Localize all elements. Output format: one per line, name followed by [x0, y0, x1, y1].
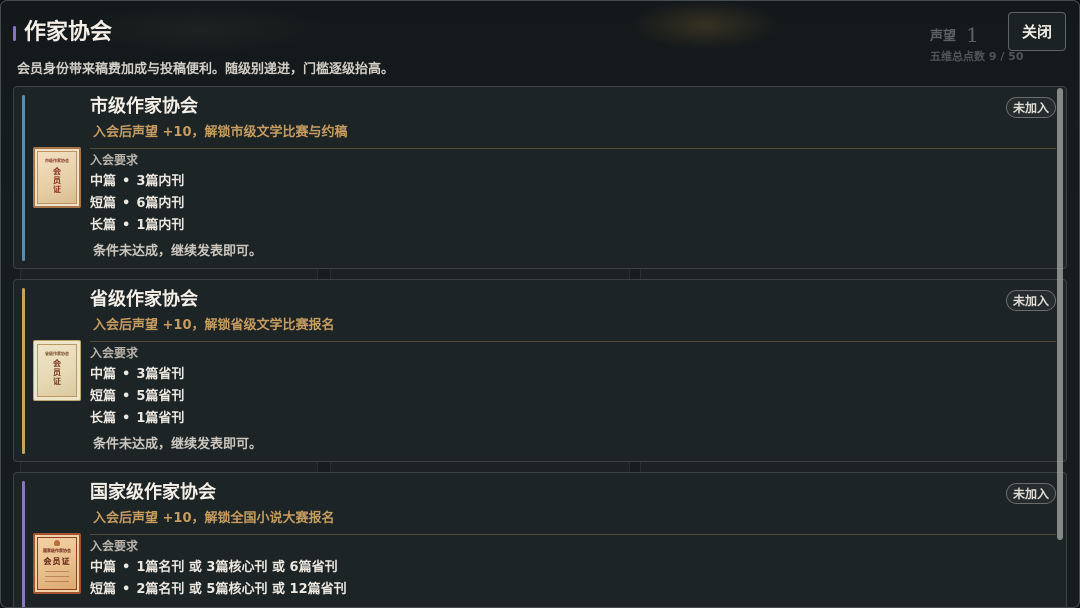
requirement-type: 短篇 — [90, 389, 117, 404]
page-subtitle: 会员身份带来稿费加成与投稿便利。随级别递进，门槛逐级抬高。 — [17, 62, 395, 77]
requirements-list: 中篇 • 3篇内刊 短篇 • 6篇内刊 长篇 • 1篇内刊 — [90, 171, 184, 237]
requirement-type: 长篇 — [90, 218, 117, 233]
membership-certificate-image: 省级作家协会 会员证 — [33, 340, 81, 401]
certificate-issuer: 省级作家协会 — [45, 351, 69, 356]
certificate-line — [45, 576, 69, 577]
card-divider — [90, 341, 1056, 342]
association-benefit: 入会后声望 +10，解锁市级文学比赛与约稿 — [93, 125, 348, 140]
card-accent-bar — [22, 95, 25, 261]
certificate-emblem-icon — [54, 540, 60, 546]
association-list[interactable]: 市级作家协会 会员证 市级作家协会 入会后声望 +10，解锁市级文学比赛与约稿 … — [13, 86, 1067, 607]
association-benefit: 入会后声望 +10，解锁省级文学比赛报名 — [93, 318, 335, 333]
requirement-condition: 3篇省刊 — [136, 367, 185, 382]
requirement-row: 短篇 • 5篇省刊 — [90, 386, 184, 408]
requirement-separator: • — [122, 411, 131, 426]
requirement-condition: 5篇省刊 — [136, 389, 185, 404]
requirement-type: 中篇 — [90, 560, 117, 575]
page-title: 作家协会 — [24, 20, 113, 45]
requirements-label: 入会要求 — [90, 539, 139, 553]
requirement-type: 短篇 — [90, 196, 117, 211]
certificate-issuer: 市级作家协会 — [45, 158, 69, 163]
requirements-label: 入会要求 — [90, 153, 139, 167]
close-button[interactable]: 关闭 — [1008, 12, 1066, 51]
requirement-row: 长篇 • 1篇省刊 — [90, 408, 184, 430]
requirement-condition: 2篇名刊 或 5篇核心刊 或 12篇省刊 — [136, 582, 347, 597]
requirement-type: 中篇 — [90, 367, 117, 382]
card-divider — [90, 148, 1056, 149]
requirement-type: 中篇 — [90, 174, 117, 189]
membership-certificate-image: 国家级作家协会 会员证 — [33, 533, 81, 594]
certificate-issuer: 国家级作家协会 — [43, 548, 71, 553]
requirement-separator: • — [122, 196, 131, 211]
requirement-separator: • — [122, 218, 131, 233]
progress-note: 条件未达成，继续发表即可。 — [93, 244, 263, 259]
membership-status-badge: 未加入 — [1006, 290, 1056, 311]
membership-status-badge: 未加入 — [1006, 483, 1056, 504]
list-scrollbar[interactable] — [1057, 88, 1063, 540]
card-divider — [90, 534, 1056, 535]
title-accent-mark — [13, 26, 16, 41]
association-card-city: 市级作家协会 会员证 市级作家协会 入会后声望 +10，解锁市级文学比赛与约稿 … — [13, 86, 1067, 269]
certificate-label: 会员证 — [52, 167, 62, 194]
requirement-separator: • — [122, 582, 131, 597]
requirement-row: 长篇 • 1篇内刊 — [90, 215, 184, 237]
association-name: 国家级作家协会 — [90, 482, 216, 503]
backdrop-reputation-label: 声望 — [930, 29, 957, 44]
requirement-row: 中篇 • 1篇名刊 或 3篇核心刊 或 6篇省刊 — [90, 557, 347, 579]
requirements-list: 中篇 • 3篇省刊 短篇 • 5篇省刊 长篇 • 1篇省刊 — [90, 364, 184, 430]
backdrop-stat-points: 五维总点数 9 / 50 — [930, 50, 1024, 63]
backdrop-light-glow — [630, 0, 780, 50]
requirement-separator: • — [122, 560, 131, 575]
requirements-label: 入会要求 — [90, 346, 139, 360]
certificate-label: 会员证 — [43, 557, 71, 566]
requirement-condition: 3篇内刊 — [136, 174, 185, 189]
certificate-label: 会员证 — [52, 359, 62, 386]
requirement-row: 中篇 • 3篇省刊 — [90, 364, 184, 386]
requirement-row: 短篇 • 6篇内刊 — [90, 193, 184, 215]
requirement-row: 中篇 • 3篇内刊 — [90, 171, 184, 193]
requirement-separator: • — [122, 389, 131, 404]
association-card-province: 省级作家协会 会员证 省级作家协会 入会后声望 +10，解锁省级文学比赛报名 入… — [13, 279, 1067, 462]
requirement-condition: 1篇名刊 或 3篇核心刊 或 6篇省刊 — [136, 560, 338, 575]
card-accent-bar — [22, 481, 25, 607]
association-card-national: 国家级作家协会 会员证 国家级作家协会 入会后声望 +10，解锁全国小说大赛报名… — [13, 472, 1067, 607]
writers-association-panel: 声望 1 五维总点数 9 / 50 作家协会 会员身份带来稿费加成与投稿便利。随… — [0, 0, 1080, 608]
association-name: 省级作家协会 — [90, 289, 198, 310]
progress-note: 条件未达成，继续发表即可。 — [93, 437, 263, 452]
requirement-condition: 6篇内刊 — [136, 196, 185, 211]
card-accent-bar — [22, 288, 25, 454]
requirement-separator: • — [122, 367, 131, 382]
requirement-separator: • — [122, 174, 131, 189]
certificate-line — [45, 571, 69, 572]
requirement-condition: 1篇内刊 — [136, 218, 185, 233]
membership-status-badge: 未加入 — [1006, 97, 1056, 118]
backdrop-reputation-value: 1 — [966, 23, 979, 47]
requirement-row: 短篇 • 2篇名刊 或 5篇核心刊 或 12篇省刊 — [90, 579, 347, 601]
requirement-condition: 1篇省刊 — [136, 411, 185, 426]
requirement-type: 长篇 — [90, 411, 117, 426]
membership-certificate-image: 市级作家协会 会员证 — [33, 147, 81, 208]
association-name: 市级作家协会 — [90, 96, 198, 117]
requirements-list: 中篇 • 1篇名刊 或 3篇核心刊 或 6篇省刊 短篇 • 2篇名刊 或 5篇核心刊 或… — [90, 557, 347, 601]
requirement-type: 短篇 — [90, 582, 117, 597]
certificate-line — [45, 581, 69, 582]
association-benefit: 入会后声望 +10，解锁全国小说大赛报名 — [93, 511, 335, 526]
